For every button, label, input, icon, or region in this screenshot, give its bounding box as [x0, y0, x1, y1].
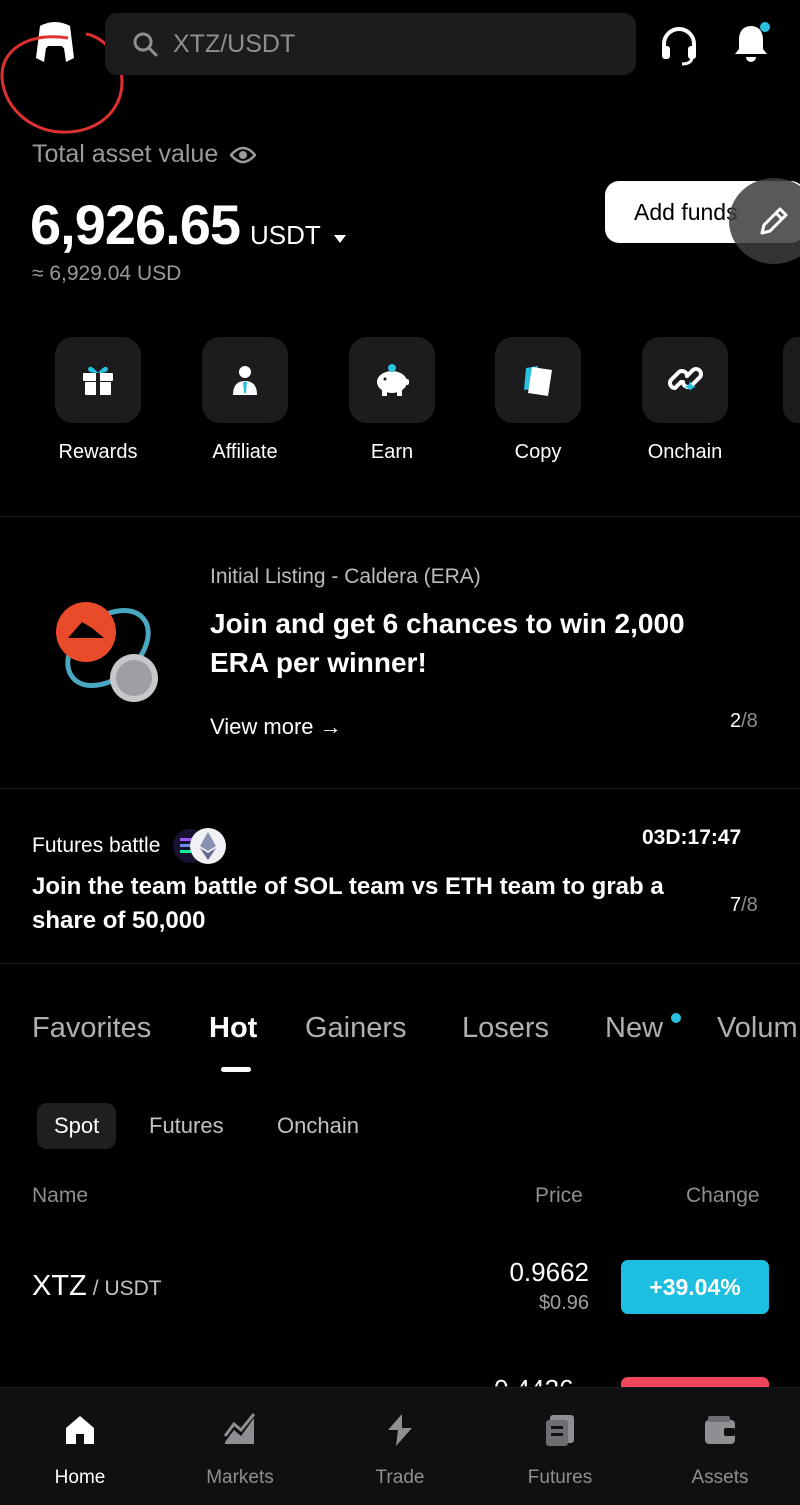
copy-cards-icon	[524, 366, 552, 396]
nav-label: Futures	[527, 1467, 593, 1488]
gift-icon	[83, 366, 113, 395]
nav-label: Trade	[375, 1467, 425, 1488]
nav-home[interactable]: Home	[0, 1388, 160, 1489]
subtab-futures[interactable]: Futures	[149, 1103, 224, 1149]
futures-doc-icon	[546, 1415, 574, 1446]
price-value: 0.9662	[509, 1257, 589, 1287]
tab-hot[interactable]: Hot	[209, 1012, 257, 1045]
nav-trade[interactable]: Trade	[320, 1388, 480, 1489]
asset-usd-equivalent: ≈ 6,929.04 USD	[32, 262, 182, 285]
pair-base: XTZ	[32, 1270, 87, 1302]
quick-action-rewards[interactable]: Rewards	[48, 337, 148, 464]
quick-action-label: Affiliate	[212, 441, 278, 463]
wallet-icon	[705, 1416, 735, 1444]
nav-label: Assets	[691, 1467, 749, 1488]
nav-label: Home	[54, 1467, 106, 1488]
futures-battle-label: Futures battle	[32, 826, 232, 866]
quick-actions: Rewards Affiliate Earn Copy Onchain	[0, 337, 800, 477]
column-header-change[interactable]: Change	[686, 1184, 760, 1208]
pair-quote: / USDT	[92, 1277, 162, 1300]
total-asset-text: Total asset value	[32, 140, 219, 168]
divider	[0, 516, 800, 517]
banner-title[interactable]: Join and get 6 chances to win 2,000 ERA …	[210, 604, 750, 682]
eye-icon[interactable]	[230, 145, 257, 165]
markets-chart-icon	[223, 1413, 256, 1444]
tab-gainers[interactable]: Gainers	[305, 1012, 407, 1045]
bottom-nav: Home Markets Trade Futures Assets	[0, 1387, 800, 1505]
banner-pager: 2/8	[730, 710, 758, 733]
affiliate-icon	[233, 366, 257, 395]
top-bar: XTZ/USDT	[0, 0, 800, 134]
quick-action-label: Rewards	[58, 441, 138, 463]
futures-battle-pager: 7/8	[730, 894, 758, 917]
table-row-price: 0.9662 $0.96	[509, 1257, 589, 1315]
quick-action-onchain[interactable]: Onchain	[635, 337, 735, 464]
sol-eth-coins-icon	[168, 826, 232, 866]
profile-avatar-icon[interactable]	[30, 18, 80, 68]
active-tab-underline	[221, 1067, 251, 1072]
notification-dot	[760, 22, 770, 32]
view-more-link[interactable]: View more →	[210, 714, 342, 740]
quick-action-label: Onchain	[647, 441, 723, 463]
column-header-price: Price	[535, 1184, 583, 1207]
asset-value: 6,926.65 USDT	[30, 192, 347, 257]
subtab-onchain[interactable]: Onchain	[277, 1103, 359, 1149]
quick-action-affiliate[interactable]: Affiliate	[195, 337, 295, 464]
divider	[0, 963, 800, 964]
nav-markets[interactable]: Markets	[160, 1388, 320, 1489]
futures-battle-text: Futures battle	[32, 834, 161, 857]
pencil-icon	[760, 207, 788, 235]
nav-label: Markets	[206, 1467, 274, 1488]
futures-battle-title[interactable]: Join the team battle of SOL team vs ETH …	[32, 870, 722, 938]
asset-unit[interactable]: USDT	[250, 220, 321, 251]
pager-current: 7	[730, 894, 742, 916]
caret-down-icon[interactable]	[333, 234, 347, 244]
nav-assets[interactable]: Assets	[640, 1388, 800, 1489]
banner-subtitle: Initial Listing - Caldera (ERA)	[210, 565, 481, 588]
market-tabs: Favorites Hot Gainers Losers New Volum	[0, 1012, 800, 1082]
pager-total: /8	[741, 710, 758, 732]
quick-action-copy[interactable]: Copy	[488, 337, 588, 464]
column-header-name: Name	[32, 1184, 89, 1207]
quick-action-more[interactable]	[783, 337, 800, 423]
caldera-era-logo	[48, 598, 168, 708]
quick-action-label: Earn	[370, 441, 414, 463]
asset-amount: 6,926.65	[30, 193, 241, 256]
tab-new[interactable]: New	[605, 1012, 663, 1045]
price-usd: $0.96	[538, 1292, 589, 1314]
pager-current: 2	[730, 710, 742, 732]
pager-total: /8	[741, 894, 758, 916]
search-input[interactable]: XTZ/USDT	[105, 13, 636, 75]
table-row-pair[interactable]: XTZ / USDT	[32, 1270, 162, 1303]
headset-support-icon[interactable]	[658, 24, 700, 66]
trade-arrows-icon	[388, 1414, 412, 1446]
new-indicator-dot	[671, 1013, 681, 1023]
search-icon	[133, 32, 158, 57]
divider	[0, 788, 800, 789]
tab-volume[interactable]: Volum	[717, 1012, 798, 1045]
change-badge[interactable]: +39.04%	[621, 1260, 769, 1314]
piggy-bank-icon	[377, 364, 409, 396]
tab-favorites[interactable]: Favorites	[32, 1012, 151, 1045]
nav-futures[interactable]: Futures	[480, 1388, 640, 1489]
total-asset-label: Total asset value	[32, 140, 257, 169]
chain-link-icon	[668, 367, 703, 391]
tab-losers[interactable]: Losers	[462, 1012, 549, 1045]
quick-action-earn[interactable]: Earn	[342, 337, 442, 464]
subtab-spot[interactable]: Spot	[37, 1103, 117, 1149]
notification-bell-icon[interactable]	[730, 22, 772, 64]
quick-action-label: Copy	[514, 441, 562, 463]
home-icon	[66, 1416, 94, 1444]
search-placeholder: XTZ/USDT	[173, 29, 296, 58]
countdown-timer: 03D:17:47	[642, 826, 742, 849]
